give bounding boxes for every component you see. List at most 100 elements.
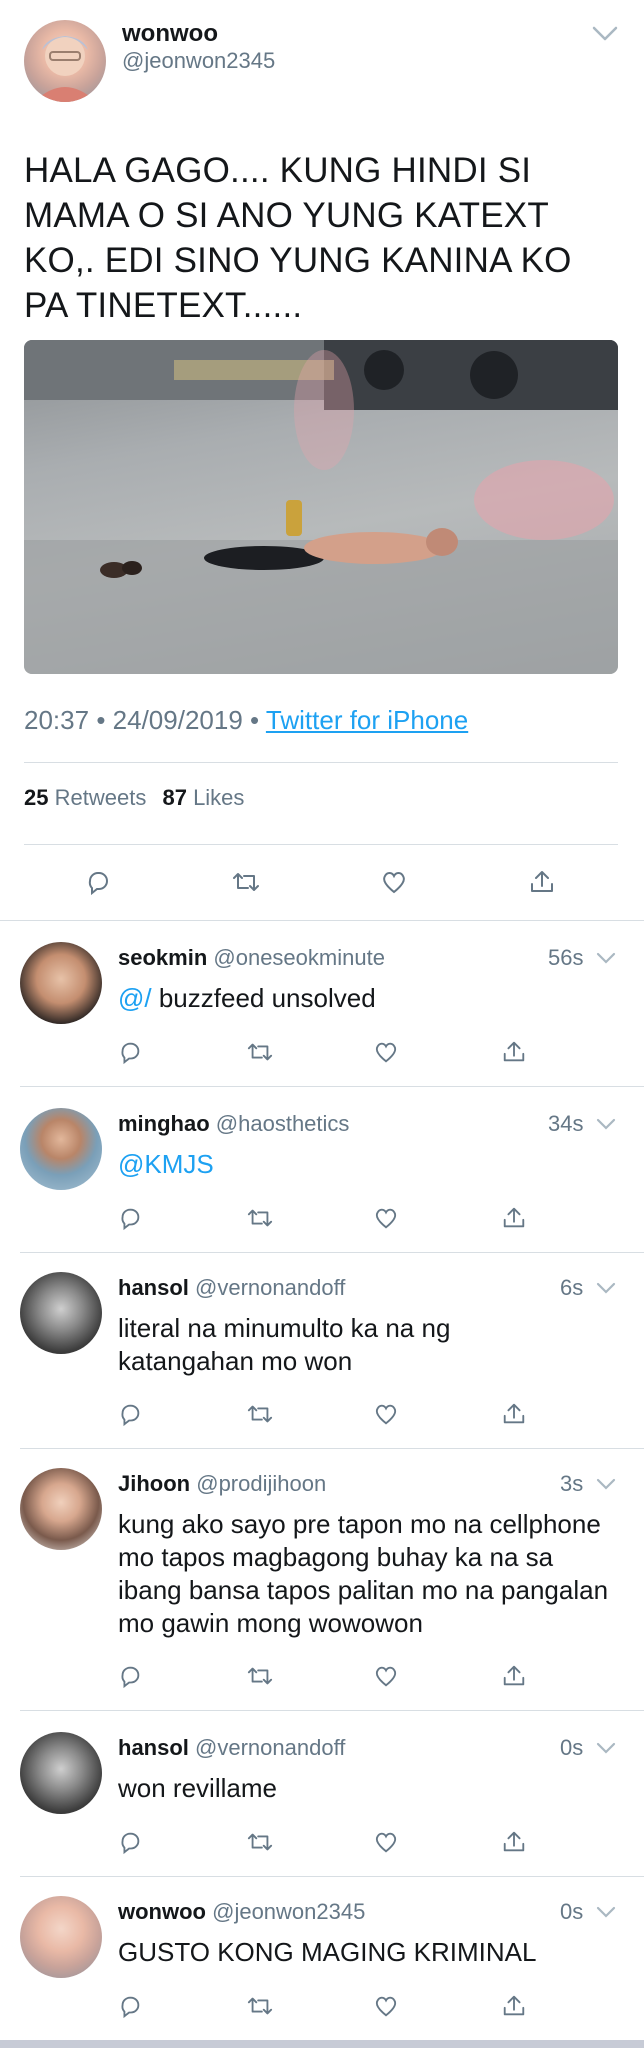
reply-text: GUSTO KONG MAGING KRIMINAL (118, 1937, 537, 1967)
like-icon[interactable] (370, 1990, 402, 2022)
reply-name[interactable]: seokmin (118, 945, 207, 970)
reply-name[interactable]: minghao (118, 1111, 210, 1136)
reply-text: @/ buzzfeed unsolved (118, 982, 618, 1015)
like-icon[interactable] (378, 866, 410, 898)
reply-name[interactable]: hansol (118, 1275, 189, 1300)
divider (20, 1710, 644, 1711)
divider (24, 762, 618, 763)
retweet-icon[interactable] (230, 866, 262, 898)
reply-icon[interactable] (82, 866, 114, 898)
reply-icon[interactable] (114, 1202, 146, 1234)
divider (0, 920, 644, 921)
reply-text: @KMJS (118, 1148, 618, 1181)
retweet-icon[interactable] (244, 1202, 276, 1234)
retweet-icon[interactable] (244, 1826, 276, 1858)
reply-name[interactable]: wonwoo (118, 1899, 206, 1924)
reply-actions (0, 1660, 644, 1692)
author-handle[interactable]: @jeonwon2345 (122, 48, 275, 74)
separator: • (96, 705, 106, 735)
reply-actions (0, 1990, 644, 2022)
tweet-photo[interactable] (24, 340, 618, 674)
reply-handle[interactable]: @oneseokminute (213, 945, 385, 970)
reply-time: 0s (560, 1899, 584, 1924)
chevron-down-icon[interactable] (596, 1742, 616, 1754)
reply-icon[interactable] (114, 1660, 146, 1692)
reply-handle[interactable]: @haosthetics (216, 1111, 350, 1136)
chevron-down-icon[interactable] (592, 26, 618, 42)
reply-avatar[interactable] (20, 1468, 102, 1550)
likes-count[interactable]: 87 (162, 785, 186, 810)
retweet-icon[interactable] (244, 1990, 276, 2022)
reply-text: kung ako sayo pre tapon mo na cellphone … (118, 1509, 609, 1638)
retweets-label[interactable]: Retweets (55, 785, 147, 810)
share-icon[interactable] (498, 1826, 530, 1858)
reply-actions (0, 1398, 644, 1430)
like-icon[interactable] (370, 1826, 402, 1858)
reply-avatar[interactable] (20, 1272, 102, 1354)
tweet-timestamp: 20:37 • 24/09/2019 • Twitter for iPhone (24, 704, 468, 736)
reply-icon[interactable] (114, 1036, 146, 1068)
retweet-icon[interactable] (244, 1660, 276, 1692)
retweets-count[interactable]: 25 (24, 785, 48, 810)
chevron-down-icon[interactable] (596, 952, 616, 964)
tweet-actions (0, 866, 644, 898)
reply-time: 0s (560, 1735, 584, 1760)
reply-icon[interactable] (114, 1398, 146, 1430)
reply-avatar[interactable] (20, 942, 102, 1024)
reply-actions (0, 1826, 644, 1858)
reply-handle[interactable]: @vernonandoff (195, 1735, 345, 1760)
reply-header: hansol @vernonandoff (118, 1734, 345, 1762)
reply-actions (0, 1202, 644, 1234)
reply-header: minghao @haosthetics (118, 1110, 349, 1138)
tweet-date: 24/09/2019 (112, 705, 243, 735)
reply-mention[interactable]: @KMJS (118, 1149, 214, 1179)
chevron-down-icon[interactable] (596, 1478, 616, 1490)
likes-label[interactable]: Likes (193, 785, 244, 810)
reply-actions (0, 1036, 644, 1068)
share-icon[interactable] (498, 1398, 530, 1430)
reply-handle[interactable]: @vernonandoff (195, 1275, 345, 1300)
like-icon[interactable] (370, 1036, 402, 1068)
retweet-icon[interactable] (244, 1036, 276, 1068)
reply-header: hansol @vernonandoff (118, 1274, 345, 1302)
reply-time: 6s (560, 1275, 584, 1300)
share-icon[interactable] (498, 1660, 530, 1692)
tweet-time: 20:37 (24, 705, 90, 735)
reply-avatar[interactable] (20, 1896, 102, 1978)
bottom-edge (0, 2040, 644, 2048)
reply-name[interactable]: hansol (118, 1735, 189, 1760)
reply-avatar[interactable] (20, 1732, 102, 1814)
reply-avatar[interactable] (20, 1108, 102, 1190)
reply-text: won revillame (118, 1773, 277, 1803)
divider (20, 1448, 644, 1449)
divider (20, 1086, 644, 1087)
reply-header: seokmin @oneseokminute (118, 944, 385, 972)
reply-icon[interactable] (114, 1826, 146, 1858)
reply-handle[interactable]: @jeonwon2345 (212, 1899, 365, 1924)
share-icon[interactable] (498, 1990, 530, 2022)
reply-handle[interactable]: @prodijihoon (196, 1471, 326, 1496)
like-icon[interactable] (370, 1398, 402, 1430)
author-avatar[interactable] (24, 20, 106, 102)
tweet-source-link[interactable]: Twitter for iPhone (266, 705, 468, 735)
chevron-down-icon[interactable] (596, 1906, 616, 1918)
like-icon[interactable] (370, 1660, 402, 1692)
engagement-counts: 25 Retweets 87 Likes (24, 784, 244, 812)
share-icon[interactable] (526, 866, 558, 898)
share-icon[interactable] (498, 1202, 530, 1234)
reply-name[interactable]: Jihoon (118, 1471, 190, 1496)
author-name[interactable]: wonwoo (122, 20, 218, 48)
divider (20, 1252, 644, 1253)
reply-header: wonwoo @jeonwon2345 (118, 1898, 365, 1926)
chevron-down-icon[interactable] (596, 1282, 616, 1294)
reply-time: 34s (548, 1111, 584, 1136)
reply-icon[interactable] (114, 1990, 146, 2022)
share-icon[interactable] (498, 1036, 530, 1068)
avatar-image (34, 36, 96, 102)
retweet-icon[interactable] (244, 1398, 276, 1430)
reply-mention[interactable]: @/ (118, 983, 152, 1013)
like-icon[interactable] (370, 1202, 402, 1234)
reply-text: literal na minumulto ka na ng katangahan… (118, 1313, 451, 1376)
chevron-down-icon[interactable] (596, 1118, 616, 1130)
reply-header: Jihoon @prodijihoon (118, 1470, 326, 1498)
